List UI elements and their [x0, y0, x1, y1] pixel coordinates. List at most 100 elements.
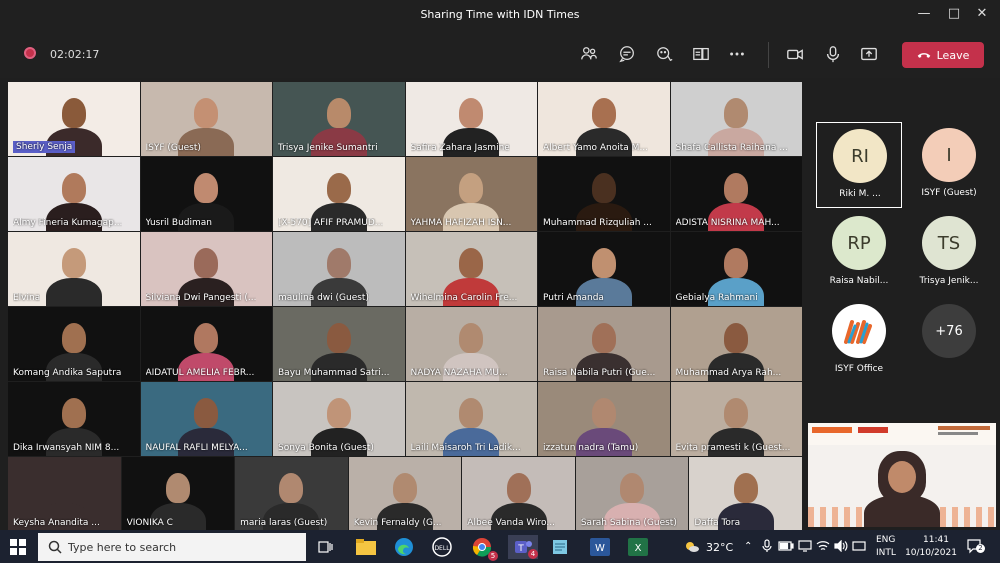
show-hidden-icons-icon[interactable]: ⌃ [744, 541, 752, 552]
keyboard-icon[interactable] [852, 540, 866, 555]
video-tile[interactable]: Putri Amanda [538, 232, 670, 306]
video-tile[interactable]: Shafa Callista Raihana ... [670, 82, 802, 156]
windows-start-icon[interactable] [10, 539, 26, 555]
video-tile[interactable]: ADISTA NISRINA MAH... [670, 157, 802, 231]
video-tile[interactable]: Dika Irwansyah NIM 8... [8, 382, 140, 456]
participant-name: maulina dwi (Guest) [278, 293, 369, 303]
minimize-icon[interactable]: — [914, 6, 934, 24]
video-tile[interactable]: Albert Yamo Anoita M... [538, 82, 670, 156]
reactions-icon[interactable] [654, 44, 676, 64]
video-tile[interactable]: Gebialya Rahmani [670, 232, 802, 306]
temperature[interactable]: 32°C [706, 541, 733, 554]
video-tile[interactable]: Silviana Dwi Pangesti (... [140, 232, 272, 306]
video-tile[interactable]: Laili Maisaroh Tri Ladik... [405, 382, 537, 456]
participant-face [724, 173, 749, 203]
search-icon [48, 540, 62, 554]
participant-avatar-tile[interactable]: TS Trisya Jenik... [906, 210, 992, 296]
clock-time[interactable]: 11:41 [914, 535, 958, 545]
word-icon[interactable]: W [588, 535, 612, 559]
video-tile[interactable]: Almy Fineria Kumagap... [8, 157, 140, 231]
mic-tray-icon[interactable] [762, 539, 772, 556]
video-tile[interactable]: Elvina [8, 232, 140, 306]
monitor-icon[interactable] [798, 540, 812, 555]
taskbar-search-input[interactable]: Type here to search [38, 533, 306, 561]
wifi-icon[interactable] [816, 540, 830, 555]
video-tile[interactable]: Sarah Sabina (Guest) [575, 457, 689, 531]
participant-name: Safira Zahara Jasmine [410, 143, 510, 153]
video-tile[interactable]: Sonya Bonita (Guest) [273, 382, 405, 456]
video-tile[interactable]: maria laras (Guest) [235, 457, 348, 531]
participant-name: VIONIKA C [126, 518, 173, 528]
participant-name: Laili Maisaroh Tri Ladik... [410, 443, 521, 453]
participant-avatar-tile[interactable]: ISYF Office [816, 298, 902, 384]
edge-browser-icon[interactable] [392, 535, 416, 559]
video-tile[interactable]: Daffa Tora [689, 457, 802, 531]
video-tile[interactable]: Evita pramesti k (Guest... [670, 382, 802, 456]
video-tile[interactable]: ISYF (Guest) [140, 82, 272, 156]
video-tile[interactable]: NADYA NAZAHA MU... [405, 307, 537, 381]
video-tile[interactable]: Raisa Nabila Putri (Gue... [538, 307, 670, 381]
people-icon[interactable] [578, 44, 600, 64]
participant-face [326, 173, 351, 203]
notification-icon[interactable]: 2 [966, 538, 985, 557]
volume-icon[interactable] [834, 539, 848, 555]
file-explorer-icon[interactable] [354, 535, 378, 559]
share-screen-icon[interactable] [858, 44, 880, 64]
weather-icon[interactable] [684, 540, 700, 557]
participant-avatar-tile[interactable]: I ISYF (Guest) [906, 122, 992, 208]
camera-icon[interactable] [784, 44, 806, 64]
video-tile[interactable]: Kevin Fernaldy (G... [348, 457, 462, 531]
avatar-initials: RP [832, 216, 886, 270]
video-tile[interactable]: Wihelmina Carolin Fre... [405, 232, 537, 306]
rooms-icon[interactable] [690, 44, 712, 64]
teams-icon[interactable]: T 4 [508, 535, 538, 559]
participant-name: Albert Yamo Anoita M... [543, 143, 649, 153]
video-tile[interactable]: NAUFAL RAFLI MELYA... [140, 382, 272, 456]
video-tile[interactable]: Muhammad Arya Rah... [670, 307, 802, 381]
maximize-icon[interactable]: □ [944, 6, 964, 24]
language-secondary[interactable]: INTL [876, 548, 896, 558]
more-options-icon[interactable] [726, 44, 748, 64]
participant-face [724, 323, 749, 353]
language-primary[interactable]: ENG [876, 535, 895, 545]
participant-face [194, 248, 219, 278]
video-tile[interactable]: Albee Vanda Wiro... [462, 457, 575, 531]
meeting-timer: 02:02:17 [50, 48, 100, 61]
chrome-icon[interactable]: 5 [470, 535, 498, 561]
clock-date[interactable]: 10/10/2021 [904, 548, 958, 558]
more-participants-button[interactable]: +76 [906, 298, 992, 384]
video-tile[interactable]: Bayu Muhammad Satri... [273, 307, 405, 381]
video-tile[interactable]: Muhammad Rizquliah ... [538, 157, 670, 231]
battery-icon[interactable] [778, 541, 794, 554]
close-icon[interactable]: ✕ [972, 6, 992, 24]
video-tile[interactable]: Yusril Budiman [140, 157, 272, 231]
video-tile[interactable]: YAHMA HAFIZAH ISN... [405, 157, 537, 231]
avatar-name: Trisya Jenik... [919, 276, 979, 286]
video-tile[interactable]: Sherly Senja [8, 82, 140, 156]
microphone-icon[interactable] [822, 44, 844, 64]
video-tile[interactable]: VIONIKA C [121, 457, 235, 531]
participant-name: NAUFAL RAFLI MELYA... [145, 443, 248, 453]
notepad-icon[interactable] [548, 535, 572, 559]
excel-icon[interactable]: X [626, 535, 650, 559]
video-tile[interactable]: [X-570] AFIF PRAMUD... [273, 157, 405, 231]
participant-avatar-tile[interactable]: RP Raisa Nabil... [816, 210, 902, 296]
video-tile[interactable]: Safira Zahara Jasmine [405, 82, 537, 156]
participant-avatar-tile[interactable]: RI Riki M. ... [816, 122, 902, 208]
participant-face [591, 248, 616, 278]
self-view-video[interactable] [808, 423, 996, 527]
video-tile[interactable]: Keysha Anandita ... [8, 457, 121, 531]
video-tile[interactable]: AIDATUL AMELIA FEBR... [140, 307, 272, 381]
leave-button[interactable]: Leave [902, 42, 984, 68]
video-tile[interactable]: Trisya Jenike Sumantri [273, 82, 405, 156]
task-view-icon[interactable] [314, 535, 338, 559]
video-tile[interactable]: maulina dwi (Guest) [273, 232, 405, 306]
participant-face [392, 473, 417, 503]
participant-face [459, 98, 484, 128]
participant-face [591, 98, 616, 128]
video-tile[interactable]: izzatun nadra (Tamu) [538, 382, 670, 456]
dell-icon[interactable]: DELL [430, 535, 454, 559]
participant-face [724, 98, 749, 128]
video-tile[interactable]: Komang Andika Saputra [8, 307, 140, 381]
chat-icon[interactable] [616, 44, 638, 64]
